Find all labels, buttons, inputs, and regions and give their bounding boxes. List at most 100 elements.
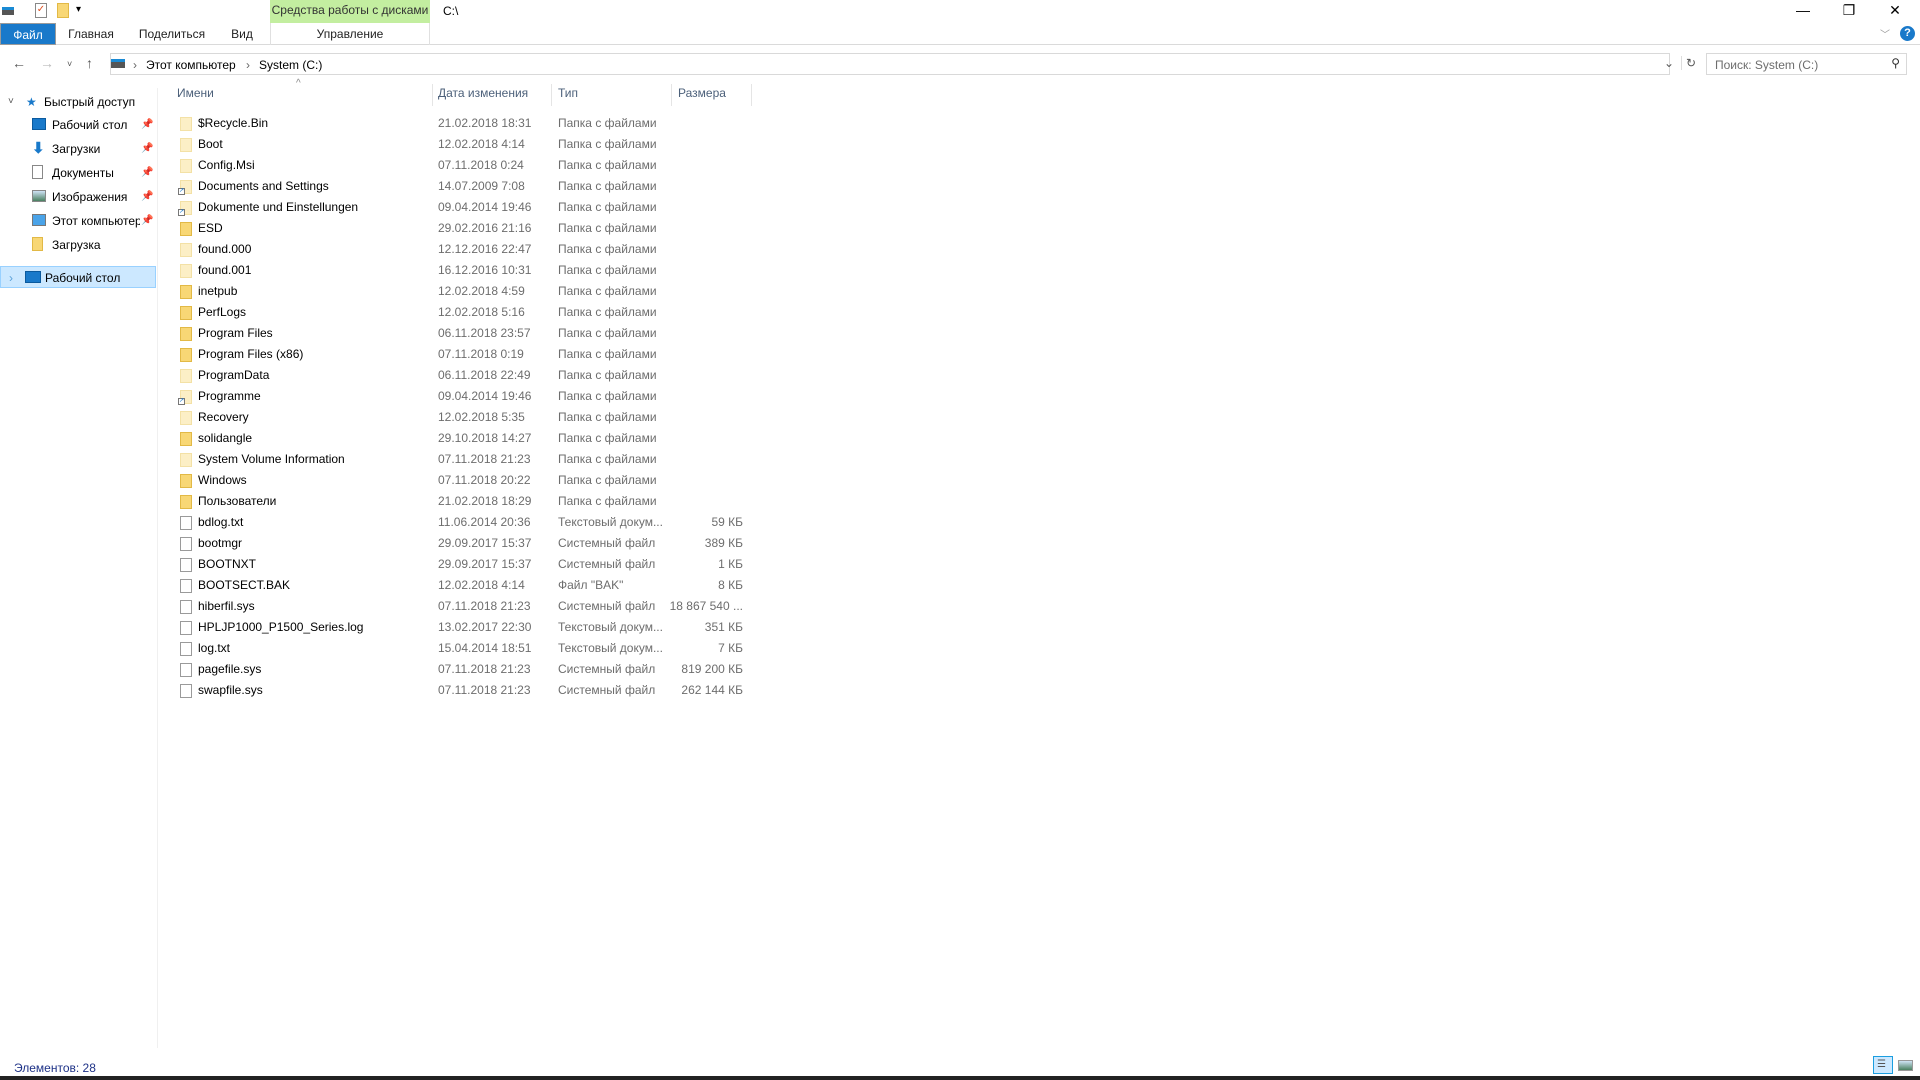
folder-icon bbox=[180, 117, 192, 131]
file-row[interactable]: pagefile.sys 07.11.2018 21:23 Системный … bbox=[177, 659, 757, 680]
forward-button[interactable]: → bbox=[40, 55, 54, 71]
breadcrumb-this-pc[interactable]: Этот компьютер bbox=[146, 58, 236, 72]
file-row[interactable]: log.txt 15.04.2014 18:51 Текстовый докум… bbox=[177, 638, 757, 659]
file-row[interactable]: ↗ Documents and Settings 14.07.2009 7:08… bbox=[177, 176, 757, 197]
nav-item-zagruzka[interactable]: Загрузка bbox=[0, 234, 156, 256]
file-type: Папка с файлами bbox=[558, 158, 657, 172]
recent-locations-button[interactable]: ˅ bbox=[67, 59, 72, 69]
breadcrumb-separator[interactable]: › bbox=[246, 58, 250, 72]
file-date: 06.11.2018 23:57 bbox=[438, 326, 531, 340]
file-row[interactable]: ProgramData 06.11.2018 22:49 Папка с фай… bbox=[177, 365, 757, 386]
help-icon[interactable]: ? bbox=[1900, 26, 1915, 41]
column-divider[interactable] bbox=[551, 84, 552, 106]
file-name: inetpub bbox=[198, 284, 238, 298]
file-name: swapfile.sys bbox=[198, 683, 263, 697]
file-row[interactable]: Config.Msi 07.11.2018 0:24 Папка с файла… bbox=[177, 155, 757, 176]
nav-item-downloads[interactable]: ⬇ Загрузки 📌 bbox=[0, 138, 156, 160]
file-row[interactable]: inetpub 12.02.2018 4:59 Папка с файлами bbox=[177, 281, 757, 302]
file-row[interactable]: bdlog.txt 11.06.2014 20:36 Текстовый док… bbox=[177, 512, 757, 533]
file-name: Boot bbox=[198, 137, 223, 151]
column-header-name[interactable]: Имени bbox=[177, 86, 214, 102]
address-dropdown-icon[interactable]: ⌄ bbox=[1664, 56, 1674, 70]
tab-share[interactable]: Поделиться bbox=[134, 23, 210, 45]
minimize-button[interactable]: — bbox=[1780, 0, 1826, 22]
search-input[interactable]: Поиск: System (C:) ⚲ bbox=[1706, 53, 1907, 75]
file-type: Системный файл bbox=[558, 662, 656, 676]
file-row[interactable]: ↗ Programme 09.04.2014 19:46 Папка с фай… bbox=[177, 386, 757, 407]
details-view-icon: ☰ bbox=[1877, 1059, 1886, 1070]
file-name: bootmgr bbox=[198, 536, 243, 550]
details-view-button[interactable]: ☰ bbox=[1873, 1056, 1893, 1074]
tab-home[interactable]: Главная bbox=[62, 23, 120, 45]
taskbar bbox=[0, 1076, 1920, 1080]
file-row[interactable]: Program Files 06.11.2018 23:57 Папка с ф… bbox=[177, 323, 757, 344]
pin-icon[interactable]: 📌 bbox=[141, 210, 153, 232]
file-row[interactable]: Program Files (x86) 07.11.2018 0:19 Папк… bbox=[177, 344, 757, 365]
folder-icon bbox=[180, 495, 192, 509]
file-icon bbox=[180, 537, 192, 551]
breadcrumb-separator[interactable]: › bbox=[133, 58, 137, 72]
tab-file[interactable]: Файл bbox=[0, 23, 56, 45]
file-row[interactable]: BOOTNXT 29.09.2017 15:37 Системный файл … bbox=[177, 554, 757, 575]
pin-icon[interactable]: 📌 bbox=[141, 186, 153, 208]
chevron-down-icon[interactable]: ˅ bbox=[8, 91, 14, 113]
properties-icon[interactable]: ✓ bbox=[35, 3, 47, 18]
file-row[interactable]: PerfLogs 12.02.2018 5:16 Папка с файлами bbox=[177, 302, 757, 323]
breadcrumb-system-c[interactable]: System (C:) bbox=[259, 58, 322, 72]
file-row[interactable]: ESD 29.02.2016 21:16 Папка с файлами bbox=[177, 218, 757, 239]
tab-view[interactable]: Вид bbox=[222, 23, 262, 45]
column-divider[interactable] bbox=[751, 84, 752, 106]
column-header-size[interactable]: Размера bbox=[678, 86, 726, 102]
file-row[interactable]: Recovery 12.02.2018 5:35 Папка с файлами bbox=[177, 407, 757, 428]
file-row[interactable]: solidangle 29.10.2018 14:27 Папка с файл… bbox=[177, 428, 757, 449]
expand-ribbon-icon[interactable]: ﹀ bbox=[1880, 26, 1890, 41]
nav-item-desktop[interactable]: Рабочий стол 📌 bbox=[0, 114, 156, 136]
file-row[interactable]: found.001 16.12.2016 10:31 Папка с файла… bbox=[177, 260, 757, 281]
file-row[interactable]: Boot 12.02.2018 4:14 Папка с файлами bbox=[177, 134, 757, 155]
file-row[interactable]: Windows 07.11.2018 20:22 Папка с файлами bbox=[177, 470, 757, 491]
nav-item-this-pc[interactable]: Этот компьютер 📌 bbox=[0, 210, 156, 232]
pin-icon[interactable]: 📌 bbox=[141, 162, 153, 184]
column-divider[interactable] bbox=[432, 84, 433, 106]
nav-item-desktop-root[interactable]: › Рабочий стол bbox=[0, 266, 156, 288]
file-row[interactable]: $Recycle.Bin 21.02.2018 18:31 Папка с фа… bbox=[177, 113, 757, 134]
file-type: Системный файл bbox=[558, 557, 656, 571]
file-row[interactable]: bootmgr 29.09.2017 15:37 Системный файл … bbox=[177, 533, 757, 554]
file-row[interactable]: ↗ Dokumente und Einstellungen 09.04.2014… bbox=[177, 197, 757, 218]
refresh-icon[interactable]: ↻ bbox=[1681, 56, 1696, 70]
pin-icon[interactable]: 📌 bbox=[141, 138, 153, 160]
close-button[interactable]: ✕ bbox=[1872, 0, 1918, 22]
column-header-type[interactable]: Тип bbox=[558, 86, 578, 102]
nav-item-pictures[interactable]: Изображения 📌 bbox=[0, 186, 156, 208]
file-row[interactable]: swapfile.sys 07.11.2018 21:23 Системный … bbox=[177, 680, 757, 701]
file-date: 13.02.2017 22:30 bbox=[438, 620, 532, 634]
file-type: Папка с файлами bbox=[558, 431, 657, 445]
new-folder-icon[interactable] bbox=[57, 3, 69, 18]
customize-toolbar-icon[interactable]: ▾ bbox=[76, 4, 81, 15]
file-date: 09.04.2014 19:46 bbox=[438, 389, 532, 403]
chevron-right-icon[interactable]: › bbox=[9, 267, 13, 289]
column-divider[interactable] bbox=[671, 84, 672, 106]
nav-item-documents[interactable]: Документы 📌 bbox=[0, 162, 156, 184]
back-button[interactable]: ← bbox=[12, 55, 26, 71]
file-row[interactable]: System Volume Information 07.11.2018 21:… bbox=[177, 449, 757, 470]
nav-quick-access[interactable]: ˅ ★ Быстрый доступ bbox=[0, 91, 156, 113]
file-row[interactable]: Пользователи 21.02.2018 18:29 Папка с фа… bbox=[177, 491, 757, 512]
file-date: 09.04.2014 19:46 bbox=[438, 200, 532, 214]
up-button[interactable]: ↑ bbox=[86, 55, 93, 71]
file-size: 262 144 КБ bbox=[681, 683, 743, 697]
tab-manage[interactable]: Управление bbox=[270, 23, 430, 45]
column-header-date[interactable]: Дата изменения bbox=[438, 86, 528, 102]
restore-button[interactable]: ❐ bbox=[1826, 0, 1872, 22]
file-row[interactable]: HPLJP1000_P1500_Series.log 13.02.2017 22… bbox=[177, 617, 757, 638]
file-row[interactable]: found.000 12.12.2016 22:47 Папка с файла… bbox=[177, 239, 757, 260]
address-bar[interactable]: › Этот компьютер › System (C:) ⌄ ↻ bbox=[110, 53, 1696, 75]
pin-icon[interactable]: 📌 bbox=[141, 114, 153, 136]
file-row[interactable]: BOOTSECT.BAK 12.02.2018 4:14 Файл "BAK" … bbox=[177, 575, 757, 596]
folder-icon bbox=[180, 411, 192, 425]
file-row[interactable]: hiberfil.sys 07.11.2018 21:23 Системный … bbox=[177, 596, 757, 617]
large-icons-view-button[interactable] bbox=[1898, 1060, 1913, 1071]
documents-icon bbox=[32, 165, 43, 179]
status-item-count: Элементов: 28 bbox=[14, 1061, 96, 1075]
nav-label: Загрузки bbox=[52, 142, 101, 156]
